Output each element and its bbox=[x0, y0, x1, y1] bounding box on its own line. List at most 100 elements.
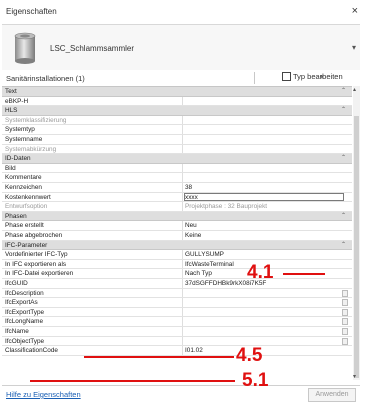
property-row[interactable]: In IFC exportieren als IfcWasteTerminal bbox=[2, 259, 352, 270]
property-row[interactable]: IfcObjectType bbox=[2, 336, 352, 347]
annotation-label-4-5: 4.5 bbox=[236, 345, 263, 366]
property-name: Systemtyp bbox=[5, 126, 35, 134]
value-stepper[interactable] bbox=[342, 308, 348, 316]
property-row[interactable]: Systemtyp bbox=[2, 125, 352, 135]
value-stepper[interactable] bbox=[342, 289, 348, 297]
property-value[interactable]: Nach Typ bbox=[185, 269, 212, 278]
property-value[interactable]: IfcWasteTerminal bbox=[185, 260, 234, 269]
vertical-scrollbar[interactable]: ▴ ▾ bbox=[353, 86, 360, 380]
property-row[interactable]: Phase abgebrochen Keine bbox=[2, 231, 352, 241]
sludge-collector-icon bbox=[14, 32, 36, 64]
property-name: Kommentare bbox=[5, 174, 42, 182]
column-divider bbox=[182, 192, 183, 202]
property-row[interactable]: IfcExportAs bbox=[2, 298, 352, 308]
property-name: IfcExportType bbox=[5, 308, 45, 316]
column-divider bbox=[182, 346, 183, 355]
collapse-icon[interactable]: ⌃ bbox=[341, 212, 346, 221]
value-stepper[interactable] bbox=[342, 328, 348, 335]
property-row[interactable]: IfcGUID 37dSGFFDHBk9rkX08i7K5F bbox=[2, 279, 352, 289]
collapse-icon[interactable]: ⌃ bbox=[341, 241, 346, 250]
column-divider bbox=[182, 144, 183, 154]
property-row[interactable]: IfcName bbox=[2, 327, 352, 337]
property-row[interactable]: Systemabkürzung bbox=[2, 144, 352, 155]
property-name: Phase erstellt bbox=[5, 222, 44, 230]
column-divider bbox=[182, 221, 183, 230]
properties-palette: Eigenschaften × LSC_Schlammsammler ▾ San… bbox=[2, 2, 360, 402]
property-row[interactable]: Entwurfsoption Projektphase : 32 Bauproje… bbox=[2, 202, 352, 212]
property-value[interactable]: GULLYSUMP bbox=[185, 250, 224, 259]
property-row[interactable]: IfcLongName bbox=[2, 317, 352, 327]
column-divider bbox=[182, 202, 183, 211]
column-divider bbox=[182, 298, 183, 307]
property-value[interactable]: Keine bbox=[185, 231, 201, 240]
column-divider bbox=[182, 288, 183, 298]
property-value[interactable]: I01.02 bbox=[185, 346, 203, 355]
property-value[interactable]: xxxx bbox=[185, 193, 198, 202]
group-label: ID-Daten bbox=[5, 155, 31, 163]
column-divider bbox=[182, 336, 183, 346]
collapse-icon[interactable]: ⌃ bbox=[341, 106, 346, 115]
type-selector[interactable]: LSC_Schlammsammler ▾ bbox=[2, 24, 360, 72]
collapse-icon[interactable]: ⌃ bbox=[341, 154, 346, 163]
selection-filter-label[interactable]: Sanitärinstallationen (1) bbox=[6, 74, 85, 83]
property-row[interactable]: IfcExportType bbox=[2, 307, 352, 318]
edit-type-icon bbox=[282, 72, 291, 81]
column-divider bbox=[182, 259, 183, 269]
help-link[interactable]: Hilfe zu Eigenschaften bbox=[6, 390, 81, 399]
property-row[interactable]: Systemklassifizierung bbox=[2, 115, 352, 126]
column-divider bbox=[182, 327, 183, 336]
property-row[interactable]: Systemname bbox=[2, 135, 352, 145]
column-divider bbox=[182, 173, 183, 182]
edit-type-button[interactable]: Typ bearbeiten bbox=[282, 72, 343, 81]
value-input-box[interactable] bbox=[184, 193, 344, 202]
close-icon[interactable]: × bbox=[352, 5, 358, 17]
column-divider bbox=[182, 183, 183, 192]
property-value[interactable]: 38 bbox=[185, 183, 192, 192]
property-row[interactable]: eBKP-H bbox=[2, 96, 352, 107]
property-row[interactable]: Kennzeichen 38 bbox=[2, 183, 352, 193]
property-name: In IFC exportieren als bbox=[5, 260, 67, 268]
property-name: Kostenkennwert bbox=[5, 193, 51, 201]
property-row[interactable]: Vordefinierter IFC-Typ GULLYSUMP bbox=[2, 250, 352, 260]
property-name: Entwurfsoption bbox=[5, 203, 48, 211]
chevron-down-icon[interactable]: ▾ bbox=[352, 43, 356, 52]
type-name: LSC_Schlammsammler bbox=[50, 44, 135, 53]
collapse-icon[interactable]: ⌃ bbox=[341, 87, 346, 96]
column-divider bbox=[182, 279, 183, 288]
annotation-line-4-1 bbox=[283, 273, 325, 275]
property-group-header[interactable]: Phasen ⌃ bbox=[2, 211, 352, 222]
property-row[interactable]: Bild bbox=[2, 163, 352, 174]
property-group-header[interactable]: HLS ⌃ bbox=[2, 106, 352, 116]
value-stepper[interactable] bbox=[342, 318, 348, 326]
scroll-up-icon[interactable]: ▴ bbox=[353, 86, 356, 93]
property-row[interactable]: IfcDescription bbox=[2, 288, 352, 299]
scrollbar-thumb[interactable] bbox=[354, 116, 359, 378]
value-stepper[interactable] bbox=[342, 337, 348, 345]
column-divider bbox=[182, 307, 183, 317]
annotation-line-5-1 bbox=[30, 380, 235, 382]
column-divider bbox=[182, 317, 183, 326]
annotation-label-4-1: 4.1 bbox=[247, 262, 274, 283]
property-row[interactable]: Kommentare bbox=[2, 173, 352, 183]
property-row[interactable]: Kostenkennwert xxxx bbox=[2, 192, 352, 203]
property-group-header[interactable]: Text ⌃ bbox=[2, 87, 352, 97]
selection-filter: Sanitärinstallationen (1) ▾ Typ bearbeit… bbox=[2, 70, 360, 86]
annotation-line-4-5 bbox=[84, 356, 234, 358]
property-value[interactable]: Projektphase : 32 Bauprojekt bbox=[185, 202, 267, 211]
property-value[interactable]: Neu bbox=[185, 221, 197, 230]
group-label: Text bbox=[5, 88, 17, 95]
value-stepper[interactable] bbox=[342, 299, 348, 307]
property-row[interactable]: Phase erstellt Neu bbox=[2, 221, 352, 231]
group-label: Phasen bbox=[5, 212, 27, 220]
property-name: IfcLongName bbox=[5, 318, 44, 326]
apply-button[interactable]: Anwenden bbox=[308, 388, 356, 402]
property-group-header[interactable]: IFC-Parameter ⌃ bbox=[2, 240, 352, 251]
property-name: IfcGUID bbox=[5, 280, 28, 287]
property-name: In IFC-Datei exportieren bbox=[5, 270, 74, 278]
divider bbox=[254, 72, 255, 84]
property-name: Phase abgebrochen bbox=[5, 232, 63, 239]
property-group-header[interactable]: ID-Daten ⌃ bbox=[2, 154, 352, 164]
property-row[interactable]: ClassificationCode I01.02 bbox=[2, 346, 352, 356]
property-name: Kennzeichen bbox=[5, 184, 42, 191]
scroll-down-icon[interactable]: ▾ bbox=[353, 373, 356, 380]
